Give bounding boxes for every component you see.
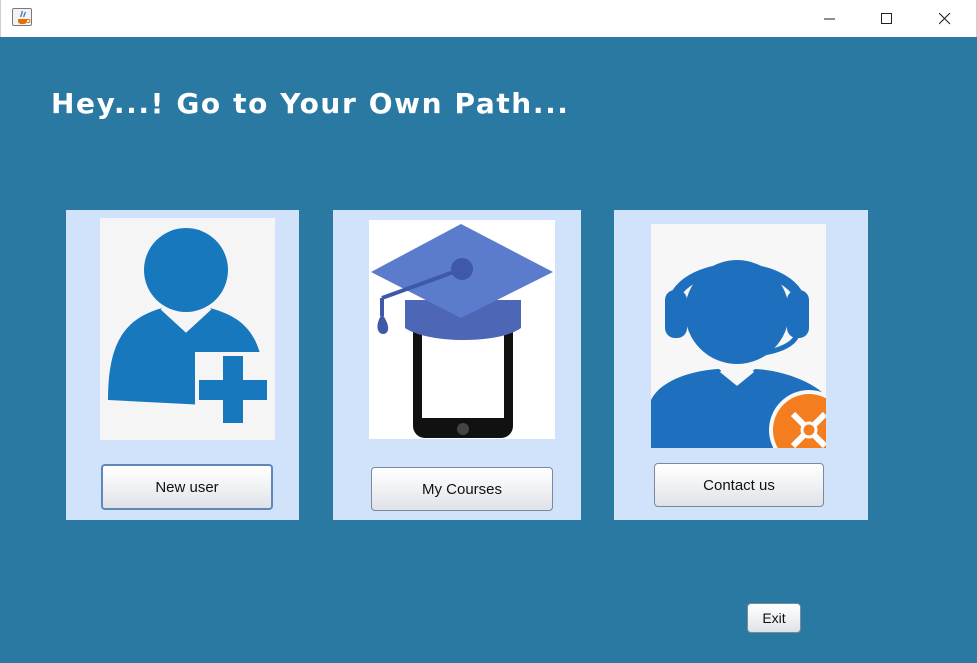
close-button[interactable] <box>922 0 968 37</box>
graduation-cap-phone-icon <box>369 220 555 439</box>
add-user-icon <box>100 218 275 440</box>
customer-support-headset-icon <box>651 224 826 448</box>
new-user-card: New user <box>66 210 299 520</box>
my-courses-card: My Courses <box>333 210 581 520</box>
maximize-icon <box>881 13 892 24</box>
close-icon <box>939 13 951 25</box>
minimize-icon <box>824 18 835 20</box>
title-bar[interactable] <box>0 0 977 37</box>
exit-button[interactable]: Exit <box>747 603 801 633</box>
main-panel: Hey...! Go to Your Own Path... New user <box>4 37 973 663</box>
my-courses-button[interactable]: My Courses <box>371 467 553 511</box>
page-title: Hey...! Go to Your Own Path... <box>51 87 570 120</box>
new-user-button[interactable]: New user <box>101 464 273 510</box>
java-app-icon <box>12 8 32 26</box>
contact-us-button[interactable]: Contact us <box>654 463 824 507</box>
app-window: Hey...! Go to Your Own Path... New user <box>0 0 977 663</box>
minimize-button[interactable] <box>807 0 853 37</box>
maximize-button[interactable] <box>864 0 910 37</box>
contact-us-card: Contact us <box>614 210 868 520</box>
